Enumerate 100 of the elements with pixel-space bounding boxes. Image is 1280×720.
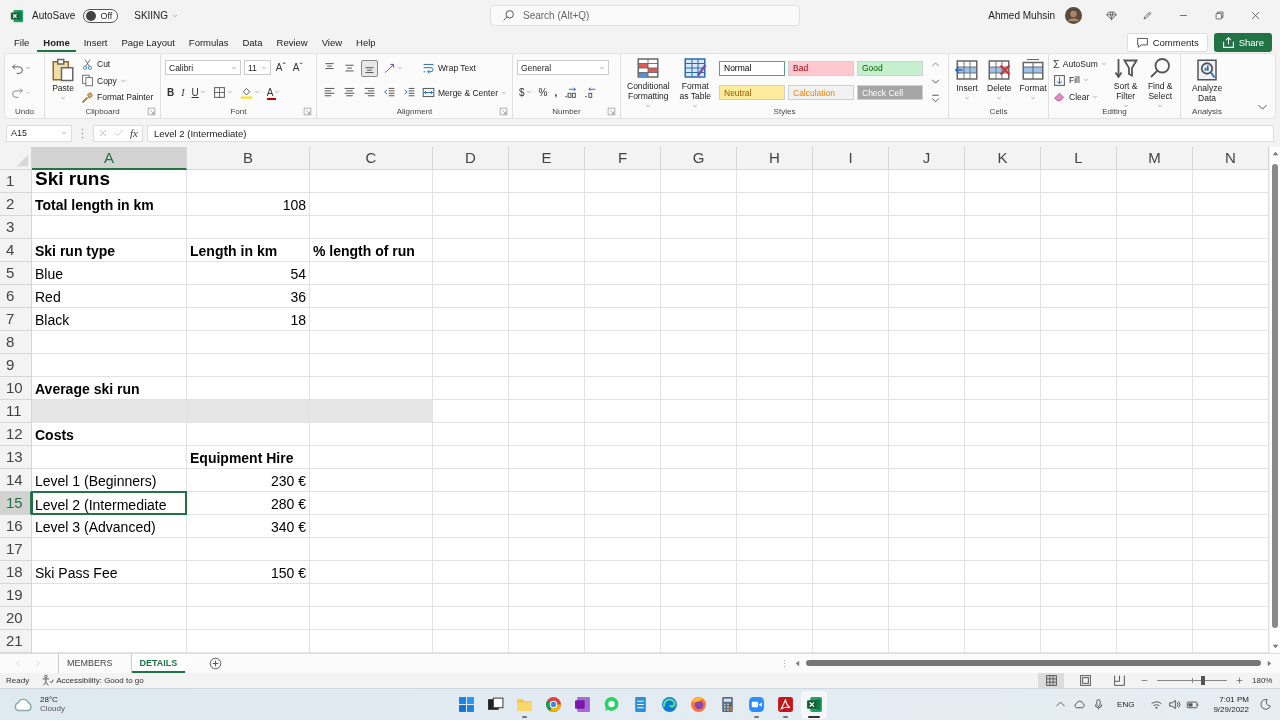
menu-tab[interactable]: Review — [270, 32, 314, 52]
ribbon-button[interactable]: Delete — [985, 57, 1014, 104]
ribbon-button[interactable]: Format — [1017, 57, 1049, 104]
dropdown-field[interactable]: Calibri — [165, 60, 241, 76]
ribbon-button[interactable]: Σ AutoSum — [1053, 58, 1107, 71]
column-header[interactable]: K — [965, 146, 1041, 170]
share-button[interactable]: Share — [1213, 32, 1272, 52]
row-number[interactable]: 3 — [0, 215, 32, 239]
bold-button[interactable]: B — [165, 87, 177, 98]
row-number[interactable]: 17 — [0, 537, 32, 561]
accessibility-button[interactable]: Accessibility: Good to go — [41, 674, 144, 688]
percent-button[interactable]: % — [536, 87, 550, 98]
column-header[interactable]: C — [310, 146, 433, 170]
row-number[interactable]: 13 — [0, 445, 32, 469]
row-number[interactable]: 7 — [0, 307, 32, 331]
row-number[interactable]: 5 — [0, 261, 32, 285]
menu-tab[interactable]: File — [8, 32, 36, 52]
comments-button[interactable]: Comments — [1126, 32, 1208, 52]
underline-button[interactable]: U — [189, 87, 208, 98]
ribbon-button[interactable]: Copy — [81, 74, 126, 88]
italic-button[interactable]: I — [179, 87, 187, 98]
ribbon-button[interactable]: Format as Table — [675, 56, 715, 112]
align-bottom-button[interactable] — [361, 60, 378, 77]
ribbon-button[interactable]: Cut — [81, 57, 111, 71]
column-header[interactable]: M — [1117, 146, 1193, 170]
weather-widget[interactable]: 28°C Cloudy — [0, 693, 65, 716]
ribbon-button[interactable]: Find & Select — [1144, 56, 1176, 112]
font-color-button[interactable]: A — [264, 87, 283, 98]
row-number[interactable]: 20 — [0, 606, 32, 630]
column-header[interactable]: I — [813, 146, 889, 170]
normal-view-button[interactable] — [1038, 673, 1064, 689]
taskbar-app[interactable] — [801, 690, 827, 719]
menu-tab[interactable]: Home — [37, 32, 76, 52]
comma-style-button[interactable]: , — [552, 87, 560, 98]
column-header[interactable]: E — [509, 146, 585, 170]
dialog-launcher[interactable] — [499, 107, 508, 117]
column-header[interactable]: L — [1041, 146, 1117, 170]
sheet-tab[interactable]: DETAILS — [130, 653, 186, 673]
autosave-toggle[interactable]: Off — [83, 8, 119, 23]
file-name-button[interactable]: SKIING — [134, 10, 179, 22]
row-number[interactable]: 21 — [0, 629, 32, 653]
row-number[interactable]: 15 — [0, 491, 32, 515]
column-header[interactable]: D — [433, 146, 509, 170]
ribbon-button[interactable]: Clear — [1053, 90, 1099, 104]
grow-font-button[interactable]: Aˆ — [273, 62, 288, 74]
ribbon-button[interactable]: Format Painter — [81, 90, 154, 104]
column-header[interactable]: F — [585, 146, 661, 170]
zoom-slider[interactable] — [1157, 676, 1227, 686]
cell-style-button[interactable]: Bad — [788, 61, 854, 76]
row-number[interactable]: 12 — [0, 422, 32, 446]
dropdown-field[interactable]: General — [517, 60, 609, 76]
search-field[interactable]: Search (Alt+Q) — [490, 5, 800, 27]
cell-style-button[interactable]: Neutral — [719, 85, 785, 101]
menu-tab[interactable]: Formulas — [182, 32, 235, 52]
row-number[interactable]: 1 — [0, 169, 32, 193]
dropdown-field[interactable]: 11 — [244, 60, 271, 76]
scrollbar-thumb[interactable] — [1272, 163, 1278, 628]
currency-button[interactable]: $ — [517, 87, 534, 98]
dialog-launcher[interactable] — [303, 107, 312, 117]
menu-tab[interactable]: Help — [350, 32, 382, 52]
ribbon-button[interactable]: Fill — [1053, 73, 1089, 87]
row-number[interactable]: 2 — [0, 192, 32, 216]
active-cell[interactable]: Level 2 (Intermediate — [31, 490, 187, 515]
ribbon-button[interactable]: Conditional Formatting — [625, 56, 672, 112]
ribbon-button[interactable]: Paste — [49, 57, 77, 104]
dialog-launcher[interactable] — [147, 107, 156, 117]
focus-button[interactable] — [1259, 698, 1272, 712]
ribbon-button[interactable]: Analyze Data — [1185, 57, 1229, 104]
shrink-font-button[interactable]: Aˇ — [290, 62, 305, 74]
sheet-tab[interactable]: MEMBERS — [58, 653, 121, 673]
ribbon-button[interactable]: Insert — [953, 57, 981, 104]
column-header[interactable]: B — [187, 146, 310, 170]
insert-function-button[interactable]: fx — [130, 127, 138, 140]
scrollbar-thumb[interactable] — [806, 660, 1261, 667]
column-header[interactable]: J — [889, 146, 965, 170]
ribbon-button[interactable]: Merge & Center — [422, 86, 507, 100]
cell-style-button[interactable]: Normal — [719, 61, 785, 76]
row-number[interactable]: 6 — [0, 284, 32, 308]
row-number[interactable]: 10 — [0, 376, 32, 400]
menu-tab[interactable]: View — [315, 32, 349, 52]
row-number[interactable]: 9 — [0, 353, 32, 377]
slider-thumb[interactable] — [1200, 676, 1205, 686]
dialog-launcher[interactable] — [607, 107, 616, 117]
column-header[interactable]: N — [1193, 146, 1269, 170]
menu-tab[interactable]: Data — [236, 32, 269, 52]
row-number[interactable]: 4 — [0, 238, 32, 262]
row-number[interactable]: 11 — [0, 399, 32, 423]
zoom-in-button[interactable] — [1235, 676, 1244, 686]
new-sheet-button[interactable] — [209, 656, 223, 670]
column-header[interactable]: A — [32, 146, 187, 170]
column-header[interactable]: G — [661, 146, 737, 170]
menu-tab[interactable]: Page Layout — [115, 32, 181, 52]
formula-field[interactable]: Level 2 (Intermediate) — [146, 124, 1274, 142]
name-box[interactable]: A15 — [6, 124, 72, 142]
row-number[interactable]: 14 — [0, 468, 32, 492]
row-number[interactable]: 18 — [0, 560, 32, 584]
row-number[interactable]: 16 — [0, 514, 32, 538]
ribbon-button[interactable]: Wrap Text — [422, 62, 476, 75]
row-number[interactable]: 19 — [0, 583, 32, 607]
language-button[interactable]: ENG — [1111, 700, 1141, 710]
